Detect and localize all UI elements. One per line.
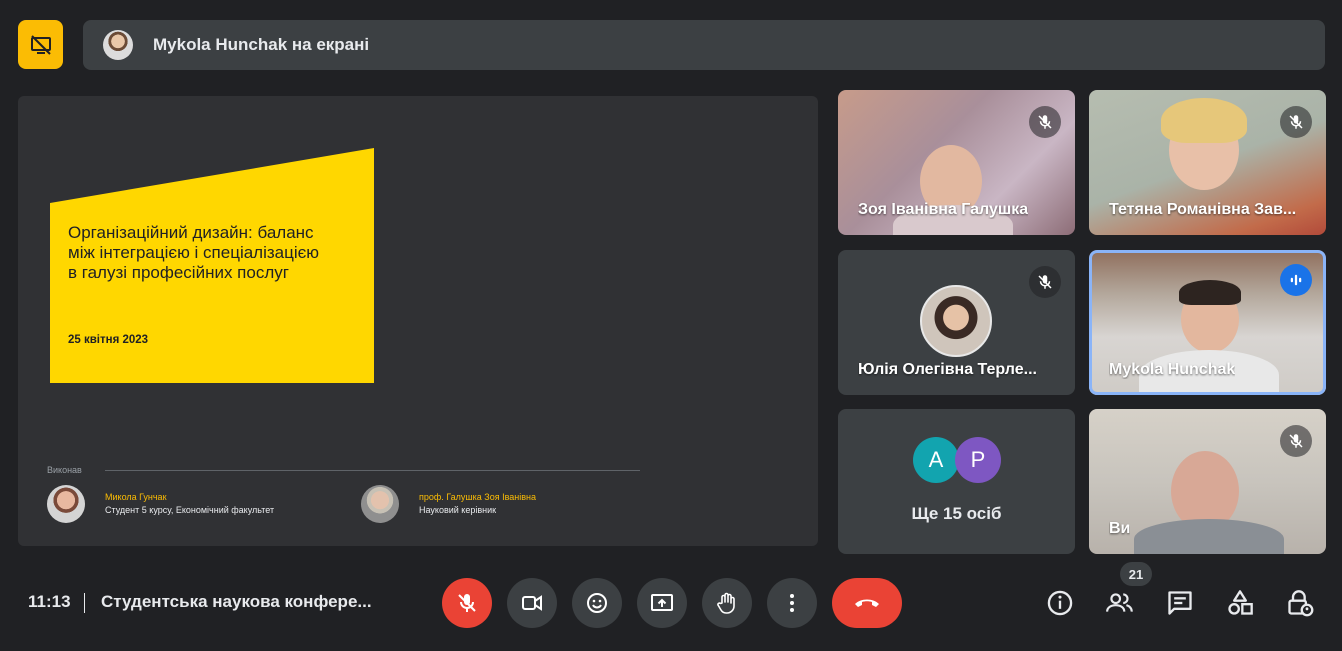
supervisor-role: Науковий керівник — [419, 505, 497, 515]
supervisor-photo — [361, 485, 399, 523]
presenter-avatar — [103, 30, 133, 60]
participant-count-badge: 21 — [1120, 562, 1152, 586]
reactions-button[interactable] — [572, 578, 622, 628]
lock-person-icon — [1288, 590, 1314, 617]
participant-name: Mykola Hunchak — [1109, 361, 1236, 378]
mic-off-icon — [1029, 106, 1061, 138]
raise-hand-button[interactable] — [702, 578, 752, 628]
more-vert-icon — [790, 594, 794, 612]
mic-off-icon — [1280, 425, 1312, 457]
participant-name: Тетяна Романівна Зав... — [1109, 201, 1297, 218]
separator — [84, 593, 85, 613]
mic-off-icon — [458, 594, 476, 612]
participant-video-torso — [1134, 519, 1284, 554]
meet-window: Mykola Hunchak на екрані Організаційний … — [0, 0, 1342, 651]
camera-icon — [522, 595, 542, 611]
info-icon — [1047, 590, 1073, 616]
student-name: Микола Гунчак — [105, 492, 167, 502]
avatar-a: A — [913, 437, 959, 483]
participant-name: Зоя Іванівна Галушка — [858, 201, 1029, 218]
mic-off-icon — [1280, 106, 1312, 138]
slide-title: Організаційний дизайн: баланс між інтегр… — [68, 223, 320, 282]
slide-divider — [105, 470, 640, 471]
avatar-p: P — [955, 437, 1001, 483]
participant-name: Юлія Олегівна Терле... — [858, 361, 1037, 378]
chat-button[interactable] — [1162, 585, 1198, 621]
meeting-details-button[interactable] — [1042, 585, 1078, 621]
chat-icon — [1168, 591, 1192, 615]
emoji-icon — [587, 593, 607, 613]
shared-slide: Організаційний дизайн: баланс між інтегр… — [18, 96, 818, 546]
more-participants-label: Ще 15 осіб — [911, 504, 1002, 523]
call-end-icon — [855, 599, 879, 607]
participant-video-hair — [1161, 98, 1247, 143]
slide-yellow-shape — [50, 148, 374, 383]
participant-video-hair — [1179, 280, 1241, 305]
supervisor-name: проф. Галушка Зоя Іванівна — [419, 492, 537, 502]
participant-avatar — [920, 285, 992, 357]
participant-tile[interactable]: Зоя Іванівна Галушка — [838, 90, 1075, 235]
shapes-icon — [1228, 590, 1253, 615]
host-controls-button[interactable] — [1282, 585, 1318, 621]
people-icon — [1106, 593, 1133, 612]
student-photo — [47, 485, 85, 523]
presenting-text: Mykola Hunchak на екрані — [153, 35, 370, 54]
slide-person-supervisor: проф. Галушка Зоя Іванівна Науковий кері… — [361, 485, 536, 523]
speaking-indicator-icon — [1280, 264, 1312, 296]
mic-toggle-button[interactable] — [442, 578, 492, 628]
meeting-title[interactable]: Студентська наукова конфере... — [101, 592, 416, 612]
clock: 11:13 — [28, 592, 71, 611]
stop-presenting-button[interactable] — [18, 20, 63, 69]
activities-button[interactable] — [1222, 585, 1258, 621]
present-now-button[interactable] — [637, 578, 687, 628]
mic-off-icon — [1029, 266, 1061, 298]
more-options-button[interactable] — [767, 578, 817, 628]
more-avatars: A P — [913, 437, 1001, 483]
slide-person-student: Микола Гунчак Студент 5 курсу, Економічн… — [47, 485, 274, 523]
participant-tile[interactable]: Тетяна Романівна Зав... — [1089, 90, 1326, 235]
leave-call-button[interactable] — [832, 578, 902, 628]
participant-tile[interactable]: Юлія Олегівна Терле... — [838, 250, 1075, 395]
hand-icon — [717, 592, 735, 614]
stop-screen-share-icon — [30, 34, 51, 55]
more-participants-tile[interactable]: A P Ще 15 осіб — [838, 409, 1075, 554]
slide-date: 25 квітня 2023 — [68, 334, 149, 346]
presenting-banner: Mykola Hunchak на екрані — [83, 20, 1325, 70]
present-screen-icon — [651, 594, 673, 611]
self-tile[interactable]: Ви — [1089, 409, 1326, 554]
participant-tile-active[interactable]: Mykola Hunchak — [1089, 250, 1326, 395]
slide-performed-label: Виконав — [47, 465, 82, 475]
student-role: Студент 5 курсу, Економічний факультет — [105, 505, 275, 515]
people-button[interactable] — [1102, 585, 1138, 621]
self-name: Ви — [1109, 520, 1131, 537]
camera-toggle-button[interactable] — [507, 578, 557, 628]
